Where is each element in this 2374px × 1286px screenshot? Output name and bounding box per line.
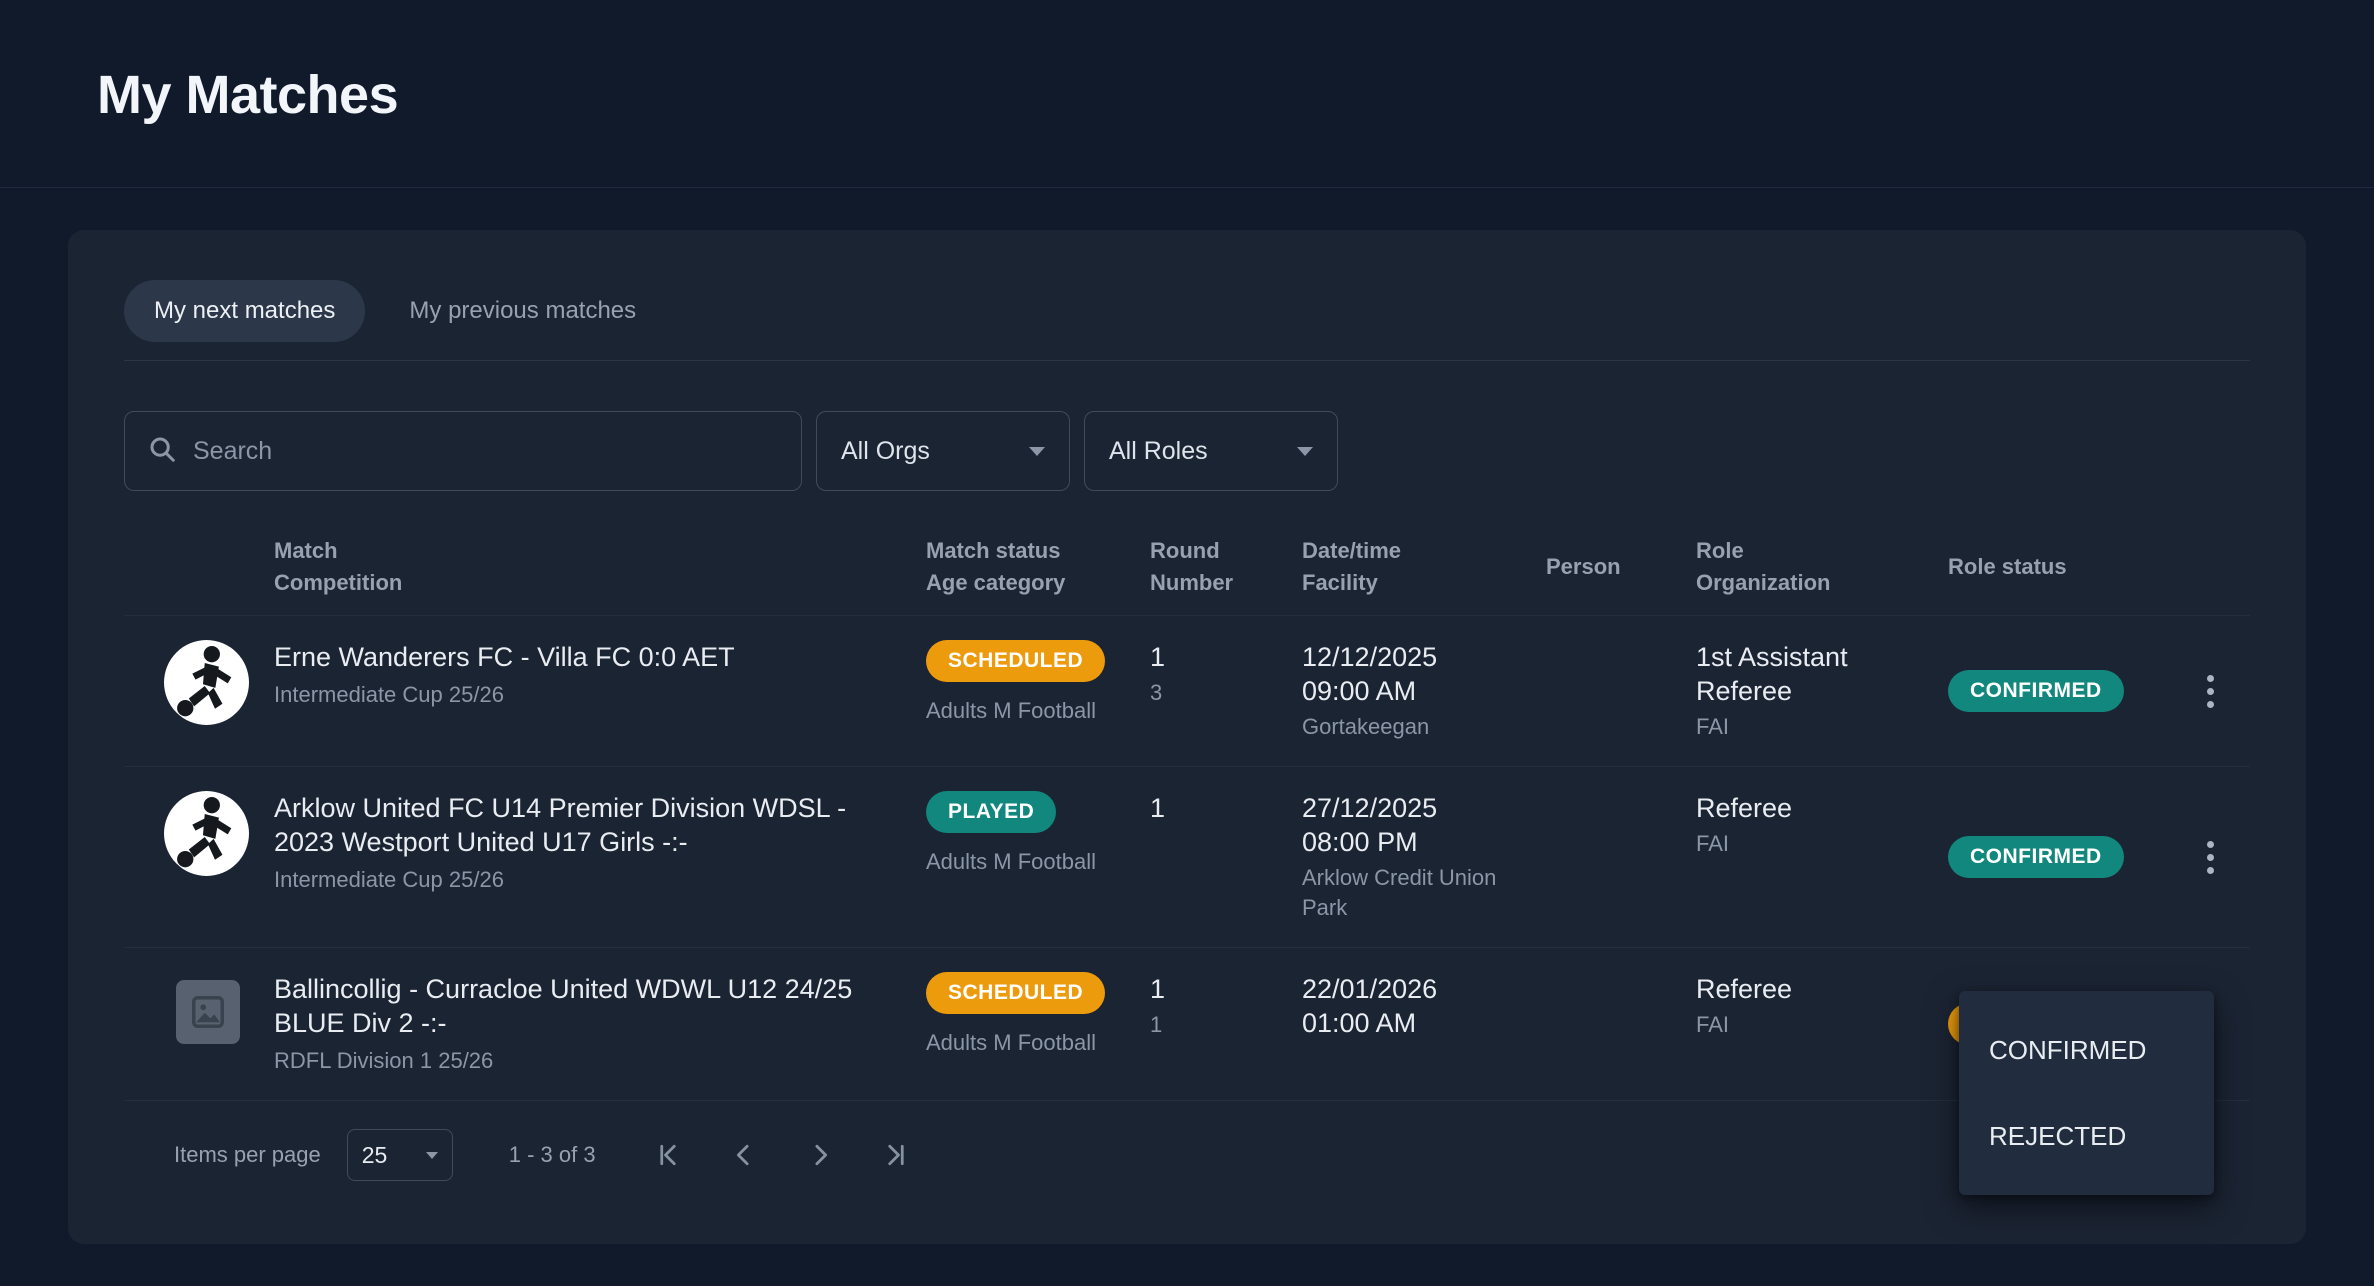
orgs-filter-select[interactable]: All Orgs (816, 411, 1070, 491)
organization: FAI (1696, 829, 1930, 859)
tab-my-previous-matches[interactable]: My previous matches (379, 280, 666, 342)
match-date: 22/01/2026 (1302, 972, 1528, 1006)
facility: Arklow Credit Union Park (1302, 863, 1528, 923)
tabs: My next matches My previous matches (124, 280, 2250, 342)
match-time: 09:00 AM (1302, 674, 1528, 708)
organization: FAI (1696, 712, 1930, 742)
number-value: 1 (1150, 1010, 1284, 1040)
filters-bar: All Orgs All Roles (124, 411, 2250, 491)
match-title: Arklow United FC U14 Premier Division WD… (274, 791, 908, 859)
search-box (124, 411, 802, 491)
role-status-context-menu: CONFIRMED REJECTED (1959, 991, 2214, 1195)
match-date: 12/12/2025 (1302, 640, 1528, 674)
role: 1st Assistant Referee (1696, 640, 1930, 708)
round-value: 1 (1150, 791, 1284, 825)
role: Referee (1696, 791, 1930, 825)
items-per-page-value: 25 (362, 1142, 388, 1169)
match-time: 08:00 PM (1302, 825, 1528, 859)
pagination-bar: Items per page 25 1 - 3 of 3 (124, 1129, 2250, 1181)
menu-item-confirmed[interactable]: CONFIRMED (1959, 1007, 2214, 1093)
role-status-badge: CONFIRMED (1948, 670, 2124, 712)
soccer-player-icon (164, 640, 249, 725)
header-role-organization: Role Organization (1696, 535, 1948, 599)
match-row: Arklow United FC U14 Premier Division WD… (124, 767, 2250, 948)
roles-filter-value: All Roles (1109, 437, 1208, 466)
chevron-down-icon (1029, 447, 1045, 456)
items-per-page-label: Items per page (174, 1142, 321, 1168)
tabs-divider (124, 360, 2250, 361)
row-actions-menu-button[interactable] (2193, 833, 2228, 882)
age-category: Adults M Football (926, 847, 1132, 877)
header-person: Person (1546, 535, 1696, 599)
role-status-badge: CONFIRMED (1948, 836, 2124, 878)
chevron-down-icon (426, 1152, 438, 1159)
match-competition: Intermediate Cup 25/26 (274, 680, 908, 710)
facility: Gortakeegan (1302, 712, 1528, 742)
page-title: My Matches (97, 64, 2374, 126)
match-time: 01:00 AM (1302, 1006, 1528, 1040)
match-competition: RDFL Division 1 25/26 (274, 1046, 908, 1076)
last-page-button[interactable] (880, 1139, 912, 1171)
table-header: Match Competition Match status Age categ… (124, 535, 2250, 616)
soccer-player-icon (164, 791, 249, 876)
number-value: 3 (1150, 678, 1284, 708)
header-round-number: Round Number (1150, 535, 1302, 599)
previous-page-button[interactable] (728, 1139, 760, 1171)
match-row: Ballincollig - Curracloe United WDWL U12… (124, 948, 2250, 1101)
age-category: Adults M Football (926, 696, 1132, 726)
pagination-range: 1 - 3 of 3 (509, 1142, 596, 1168)
age-category: Adults M Football (926, 1028, 1132, 1058)
search-icon (147, 434, 177, 469)
header-avatar-spacer (124, 535, 274, 599)
orgs-filter-value: All Orgs (841, 437, 930, 466)
row-actions-menu-button[interactable] (2193, 667, 2228, 716)
menu-item-rejected[interactable]: REJECTED (1959, 1093, 2214, 1179)
header-actions-spacer (2188, 535, 2250, 599)
role: Referee (1696, 972, 1930, 1006)
match-status-badge: SCHEDULED (926, 640, 1105, 682)
header-status-age: Match status Age category (926, 535, 1150, 599)
next-page-button[interactable] (804, 1139, 836, 1171)
search-input[interactable] (193, 437, 779, 466)
first-page-button[interactable] (652, 1139, 684, 1171)
round-value: 1 (1150, 640, 1284, 674)
match-competition: Intermediate Cup 25/26 (274, 865, 908, 895)
roles-filter-select[interactable]: All Roles (1084, 411, 1338, 491)
page-header: My Matches (0, 0, 2374, 188)
match-status-badge: SCHEDULED (926, 972, 1105, 1014)
match-date: 27/12/2025 (1302, 791, 1528, 825)
round-value: 1 (1150, 972, 1284, 1006)
header-role-status: Role status (1948, 535, 2188, 599)
items-per-page-select[interactable]: 25 (347, 1129, 453, 1181)
tab-my-next-matches[interactable]: My next matches (124, 280, 365, 342)
organization: FAI (1696, 1010, 1930, 1040)
image-placeholder-icon (176, 980, 240, 1044)
header-datetime-facility: Date/time Facility (1302, 535, 1546, 599)
match-title: Ballincollig - Curracloe United WDWL U12… (274, 972, 908, 1040)
chevron-down-icon (1297, 447, 1313, 456)
match-title: Erne Wanderers FC - Villa FC 0:0 AET (274, 640, 908, 674)
match-row: Erne Wanderers FC - Villa FC 0:0 AET Int… (124, 616, 2250, 767)
header-match-competition: Match Competition (274, 535, 926, 599)
match-status-badge: PLAYED (926, 791, 1056, 833)
